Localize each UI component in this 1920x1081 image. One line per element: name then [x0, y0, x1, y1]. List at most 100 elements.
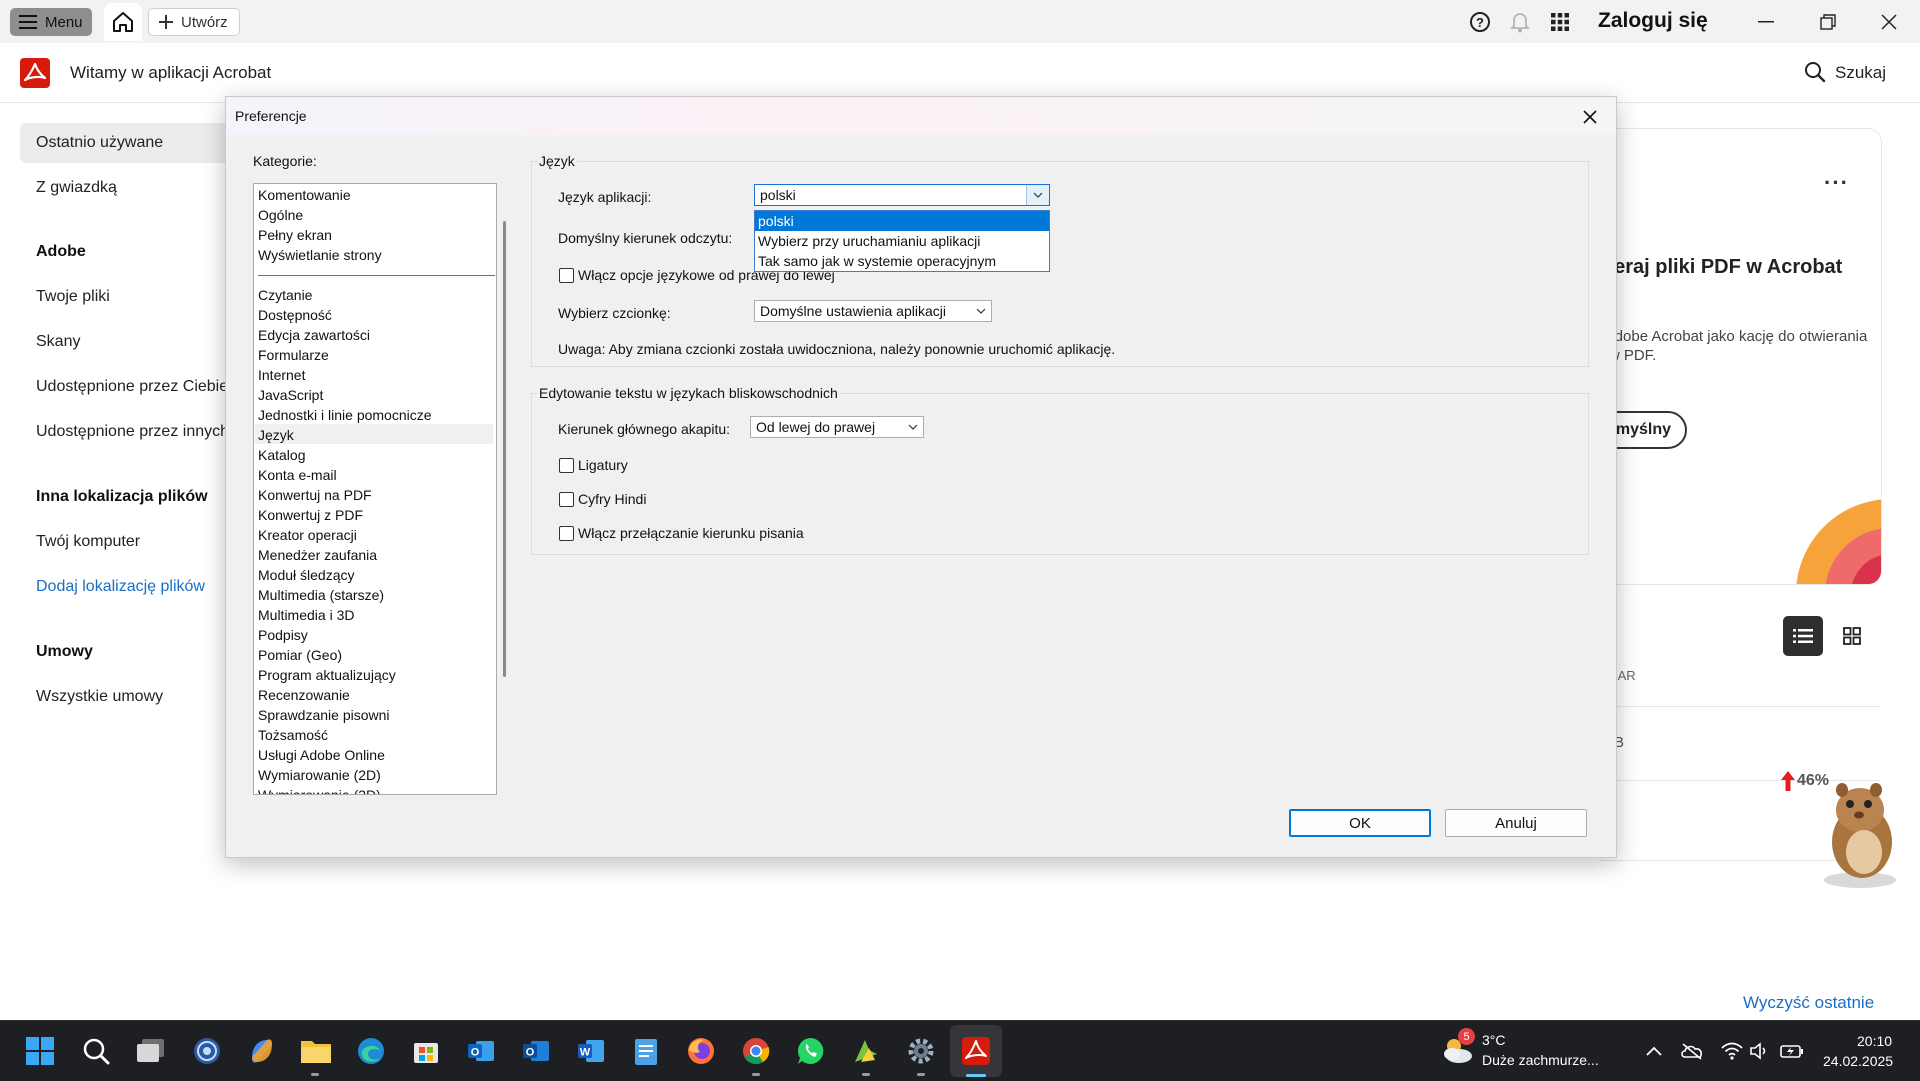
windows-start-icon[interactable] — [23, 1034, 57, 1068]
category-item[interactable]: Recenzowanie — [258, 687, 350, 703]
sidebar-item-your-files[interactable]: Twoje pliki — [36, 288, 110, 306]
word-icon[interactable]: W — [574, 1034, 608, 1068]
hindi-digits-checkbox[interactable] — [559, 492, 574, 507]
file-explorer-icon[interactable] — [299, 1034, 333, 1068]
outlook-icon[interactable]: O — [519, 1034, 553, 1068]
category-item[interactable]: Czytanie — [258, 287, 312, 303]
sidebar-item-recent[interactable]: Ostatnio używane — [36, 134, 163, 152]
ligatures-checkbox[interactable] — [559, 458, 574, 473]
clear-recent-link[interactable]: Wyczyść ostatnie — [1743, 993, 1874, 1013]
search-icon[interactable] — [1804, 61, 1826, 83]
category-item[interactable]: Ogólne — [258, 207, 303, 223]
cancel-button[interactable]: Anuluj — [1445, 809, 1587, 837]
menu-button[interactable]: Menu — [10, 8, 92, 36]
category-item[interactable]: Menedżer zaufania — [258, 547, 377, 563]
category-item[interactable]: Multimedia i 3D — [258, 607, 354, 623]
clock-date[interactable]: 24.02.2025 — [1823, 1053, 1893, 1069]
category-item[interactable]: Edycja zawartości — [258, 327, 370, 343]
store-icon[interactable] — [409, 1034, 443, 1068]
category-item[interactable]: Wyświetlanie strony — [258, 247, 382, 263]
category-item[interactable]: Dostępność — [258, 307, 332, 323]
category-item[interactable]: Podpisy — [258, 627, 308, 643]
chevron-down-icon[interactable] — [1026, 185, 1049, 205]
taskbar-search-icon[interactable] — [79, 1034, 113, 1068]
weather-temp[interactable]: 3°C — [1482, 1032, 1506, 1048]
category-item[interactable]: Pełny ekran — [258, 227, 332, 243]
language-option-same-as-os[interactable]: Tak samo jak w systemie operacyjnym — [755, 251, 1049, 271]
edge-icon[interactable] — [354, 1034, 388, 1068]
category-item[interactable]: JavaScript — [258, 387, 323, 403]
category-item[interactable]: Pomiar (Geo) — [258, 647, 342, 663]
paragraph-direction-select[interactable]: Od lewej do prawej — [750, 416, 924, 438]
app-language-select[interactable]: polski — [754, 184, 1050, 206]
sidebar-item-shared-by-you[interactable]: Udostępnione przez Ciebie — [36, 378, 228, 396]
tray-chevron-up-icon[interactable] — [1637, 1034, 1671, 1068]
category-item[interactable]: Konwertuj z PDF — [258, 507, 363, 523]
outlook-new-icon[interactable]: O — [464, 1034, 498, 1068]
rtl-options-checkbox[interactable] — [559, 268, 574, 283]
app-green-yellow-icon[interactable] — [849, 1034, 883, 1068]
close-window-button[interactable] — [1869, 7, 1909, 37]
help-icon[interactable]: ? — [1468, 10, 1492, 34]
acrobat-taskbar-icon[interactable] — [959, 1034, 993, 1068]
category-item[interactable]: Komentowanie — [258, 187, 351, 203]
category-item[interactable]: Moduł śledzący — [258, 567, 355, 583]
sidebar-item-add-location[interactable]: Dodaj lokalizację plików — [36, 578, 205, 596]
category-item[interactable]: Usługi Adobe Online — [258, 747, 385, 763]
minimize-button[interactable] — [1746, 7, 1786, 37]
minimize-icon — [1758, 21, 1774, 23]
onedrive-offline-icon[interactable] — [1675, 1034, 1709, 1068]
list-view-button[interactable] — [1783, 616, 1823, 656]
category-item[interactable]: Konwertuj na PDF — [258, 487, 372, 503]
firefox-icon[interactable] — [684, 1034, 718, 1068]
home-icon — [113, 12, 133, 32]
category-item[interactable]: Kreator operacji — [258, 527, 357, 543]
battery-charging-icon[interactable] — [1775, 1034, 1809, 1068]
category-item[interactable]: Tożsamość — [258, 727, 328, 743]
search-button[interactable]: Szukaj — [1835, 63, 1886, 83]
weather-desc[interactable]: Duże zachmurze... — [1482, 1052, 1599, 1068]
notepad-icon[interactable] — [629, 1034, 663, 1068]
apps-grid-icon[interactable] — [1548, 10, 1572, 34]
sidebar-item-starred[interactable]: Z gwiazdką — [36, 179, 117, 197]
app-language-dropdown[interactable]: polski Wybierz przy uruchamianiu aplikac… — [754, 210, 1050, 272]
bell-icon[interactable] — [1508, 10, 1532, 34]
task-view-icon[interactable] — [134, 1034, 168, 1068]
whatsapp-icon[interactable] — [794, 1034, 828, 1068]
copilot-icon[interactable] — [245, 1034, 279, 1068]
dialog-close-button[interactable] — [1576, 103, 1604, 131]
categories-list[interactable]: Komentowanie Ogólne Pełny ekran Wyświetlani… — [253, 183, 497, 795]
category-item[interactable]: Wymiarowanie (2D) — [258, 767, 381, 783]
category-item[interactable]: Program aktualizujący — [258, 667, 396, 683]
ok-button[interactable]: OK — [1289, 809, 1431, 837]
create-button[interactable]: Utwórz — [148, 8, 240, 36]
category-item[interactable]: Formularze — [258, 347, 329, 363]
clock-time[interactable]: 20:10 — [1857, 1033, 1892, 1049]
sidebar-item-scans[interactable]: Skany — [36, 333, 80, 351]
toggle-direction-checkbox[interactable] — [559, 526, 574, 541]
category-item[interactable]: Internet — [258, 367, 305, 383]
category-item[interactable]: Multimedia (starsze) — [258, 587, 384, 603]
more-options-icon[interactable]: ··· — [1824, 170, 1849, 196]
sidebar-item-all-agreements[interactable]: Wszystkie umowy — [36, 688, 163, 706]
category-item[interactable]: Konta e-mail — [258, 467, 337, 483]
restore-button[interactable] — [1808, 7, 1848, 37]
home-tab[interactable] — [104, 3, 142, 41]
category-item-selected[interactable]: Język — [258, 427, 294, 443]
volume-icon[interactable] — [1743, 1034, 1777, 1068]
font-select[interactable]: Domyślne ustawienia aplikacji — [754, 300, 992, 322]
sidebar-item-shared-by-others[interactable]: Udostępnione przez innych — [36, 423, 229, 441]
category-item[interactable]: Jednostki i linie pomocnicze — [258, 407, 432, 423]
category-item[interactable]: Wymiarowanie (3D) — [258, 787, 381, 794]
settings-gear-icon[interactable] — [904, 1034, 938, 1068]
widgets-icon[interactable] — [190, 1034, 224, 1068]
categories-scrollbar-thumb[interactable] — [503, 221, 506, 677]
chrome-icon[interactable] — [739, 1034, 773, 1068]
language-option-choose-at-startup[interactable]: Wybierz przy uruchamianiu aplikacji — [755, 231, 1049, 251]
grid-view-button[interactable] — [1838, 622, 1866, 650]
category-item[interactable]: Sprawdzanie pisowni — [258, 707, 390, 723]
category-item[interactable]: Katalog — [258, 447, 305, 463]
sidebar-item-your-computer[interactable]: Twój komputer — [36, 533, 140, 551]
language-option-polish[interactable]: polski — [755, 211, 1049, 231]
signin-button[interactable]: Zaloguj się — [1598, 9, 1708, 33]
